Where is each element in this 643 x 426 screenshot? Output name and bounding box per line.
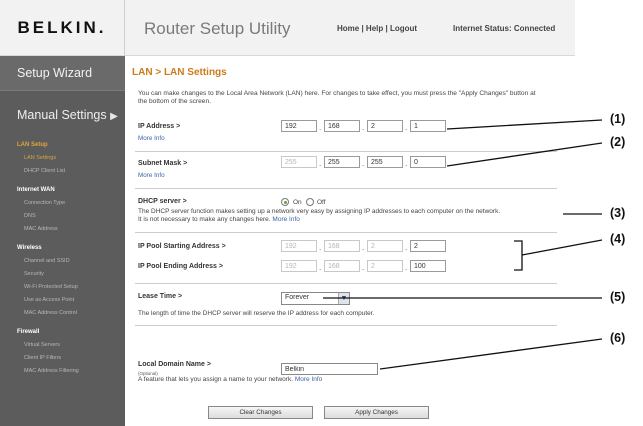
sidebar-item-virtual-servers[interactable]: Virtual Servers [0, 339, 125, 352]
dot-separator: . [319, 263, 322, 272]
sidebar-item-wps[interactable]: Wi-Fi Protected Setup [0, 281, 125, 294]
clear-changes-button[interactable]: Clear Changes [208, 406, 313, 419]
header: BELKIN. Router Setup Utility Home | Help… [0, 0, 575, 56]
domain-name-input[interactable] [281, 363, 378, 375]
lease-description: The length of time the DHCP server will … [138, 310, 375, 317]
dot-separator: . [405, 159, 408, 168]
pool-start-octet-1 [281, 240, 317, 252]
subnet-octet-4[interactable] [410, 156, 446, 168]
manual-settings-heading[interactable]: Manual Settings ▶ [0, 91, 125, 139]
sidebar-item-mac-filtering[interactable]: MAC Address Filtering [0, 365, 125, 378]
dot-separator: . [362, 263, 365, 272]
divider [135, 283, 557, 284]
intro-text: You can make changes to the Local Area N… [138, 90, 536, 106]
lease-time-label: Lease Time > [138, 293, 183, 300]
sidebar-item-mac-address[interactable]: MAC Address [0, 223, 125, 236]
dot-separator: . [405, 123, 408, 132]
ip-address-more-info-link[interactable]: More Info [138, 135, 165, 142]
pool-start-label: IP Pool Starting Address > [138, 243, 226, 250]
dot-separator: . [319, 159, 322, 168]
apply-changes-button[interactable]: Apply Changes [324, 406, 429, 419]
subnet-mask-more-info-link[interactable]: More Info [138, 172, 165, 179]
dhcp-on-radio[interactable] [281, 198, 289, 206]
sidebar-item-dhcp-client-list[interactable]: DHCP Client List [0, 165, 125, 178]
callout-label-2: (2) [610, 135, 626, 149]
pool-start-octet-3 [367, 240, 403, 252]
callout-label-4: (4) [610, 232, 626, 246]
domain-description: A feature that lets you assign a name to… [138, 376, 322, 384]
ip-address-label: IP Address > [138, 123, 181, 130]
sidebar-group-internet-wan[interactable]: Internet WAN [0, 184, 125, 197]
dhcp-on-label: On [293, 199, 302, 206]
dot-separator: . [405, 243, 408, 252]
dot-separator: . [362, 159, 365, 168]
dhcp-description-text: The DHCP server function makes setting u… [138, 208, 501, 224]
domain-more-info-link[interactable]: More Info [295, 376, 322, 383]
chevron-down-icon[interactable]: ▼ [338, 293, 349, 304]
pool-end-octet-1 [281, 260, 317, 272]
sidebar-item-channel-ssid[interactable]: Channel and SSID [0, 255, 125, 268]
pool-end-octet-3 [367, 260, 403, 272]
sidebar-item-security[interactable]: Security [0, 268, 125, 281]
dhcp-description: The DHCP server function makes setting u… [138, 208, 503, 225]
divider [135, 188, 557, 189]
page-title: LAN > LAN Settings [132, 67, 227, 78]
belkin-logo[interactable]: BELKIN. [0, 0, 125, 56]
pool-end-label: IP Pool Ending Address > [138, 263, 223, 270]
pool-start-octet-4[interactable] [410, 240, 446, 252]
divider [135, 151, 557, 152]
lease-time-select[interactable]: Forever ▼ [281, 292, 350, 305]
subnet-octet-2[interactable] [324, 156, 360, 168]
callout-label-3: (3) [610, 206, 626, 220]
arrow-right-icon: ▶ [110, 111, 118, 122]
sidebar: Setup Wizard Manual Settings ▶ LAN Setup… [0, 56, 125, 426]
manual-settings-label: Manual Settings [17, 108, 107, 122]
dhcp-server-label: DHCP server > [138, 198, 187, 205]
ip-octet-2[interactable] [324, 120, 360, 132]
pool-start-octet-2 [324, 240, 360, 252]
divider [135, 325, 557, 326]
pool-end-octet-2 [324, 260, 360, 272]
callout-label-6: (6) [610, 331, 626, 345]
dot-separator: . [362, 243, 365, 252]
dhcp-off-label: Off [317, 199, 326, 206]
ip-octet-1[interactable] [281, 120, 317, 132]
domain-name-label: Local Domain Name > [138, 361, 211, 368]
sidebar-item-connection-type[interactable]: Connection Type [0, 197, 125, 210]
domain-description-text: A feature that lets you assign a name to… [138, 376, 294, 383]
callout-label-5: (5) [610, 290, 626, 304]
top-links: Home | Help | Logout [337, 24, 418, 33]
lease-time-value: Forever [285, 294, 310, 301]
sidebar-item-lan-settings[interactable]: LAN Settings [0, 152, 125, 165]
callout-label-1: (1) [610, 112, 626, 126]
dot-separator: . [362, 123, 365, 132]
setup-wizard-link[interactable]: Setup Wizard [0, 56, 125, 91]
help-link[interactable]: Help [366, 24, 383, 33]
dot-separator: . [405, 263, 408, 272]
app-title: Router Setup Utility [144, 19, 291, 38]
sidebar-group-lan-setup[interactable]: LAN Setup [0, 139, 125, 152]
sidebar-item-mac-control[interactable]: MAC Address Control [0, 307, 125, 320]
subnet-octet-1 [281, 156, 317, 168]
sidebar-group-wireless[interactable]: Wireless [0, 242, 125, 255]
sidebar-item-dns[interactable]: DNS [0, 210, 125, 223]
dhcp-more-info-link[interactable]: More Info [272, 216, 299, 223]
sidebar-item-client-ip-filters[interactable]: Client IP Filters [0, 352, 125, 365]
internet-status: Internet Status: Connected [453, 24, 556, 33]
subnet-octet-3[interactable] [367, 156, 403, 168]
main-content: LAN > LAN Settings You can make changes … [125, 57, 575, 426]
dhcp-off-radio[interactable] [306, 198, 314, 206]
ip-octet-3[interactable] [367, 120, 403, 132]
divider [135, 232, 557, 233]
home-link[interactable]: Home [337, 24, 359, 33]
sidebar-item-access-point[interactable]: Use as Access Point [0, 294, 125, 307]
dot-separator: . [319, 243, 322, 252]
ip-octet-4[interactable] [410, 120, 446, 132]
pool-end-octet-4[interactable] [410, 260, 446, 272]
logout-link[interactable]: Logout [390, 24, 417, 33]
dot-separator: . [319, 123, 322, 132]
sidebar-group-firewall[interactable]: Firewall [0, 326, 125, 339]
subnet-mask-label: Subnet Mask > [138, 160, 188, 167]
